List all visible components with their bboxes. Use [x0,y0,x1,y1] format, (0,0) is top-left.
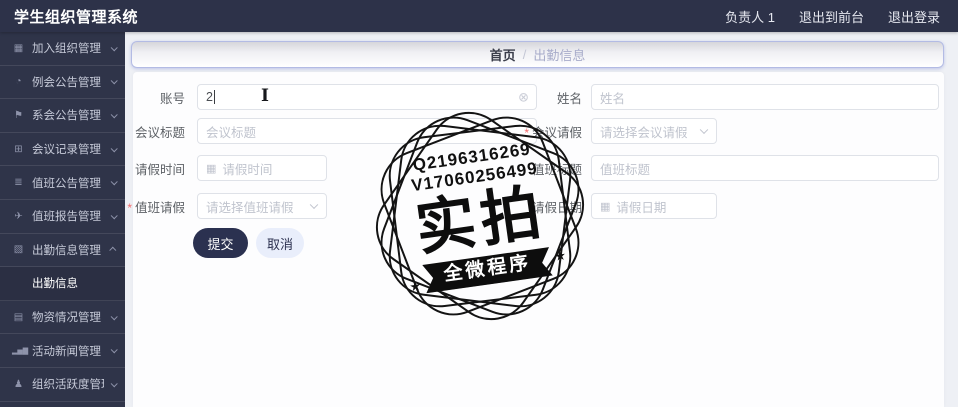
leave-date-field-row: 请假日期 ▦ 请假日期 [520,193,717,219]
chevron-down-icon [110,44,118,52]
chevron-down-icon [110,77,118,85]
chevron-down-icon [110,178,118,186]
duty-leave-field-row: * 值班请假 请选择值班请假 [125,193,327,219]
flag-icon: ⚑ [14,109,23,121]
clock-icon: ◔ [15,76,22,88]
duty-title-label: 值班标题 [531,162,582,177]
leave-time-label: 请假时间 [134,162,185,177]
person-icon: ♟ [14,378,23,390]
sidebar-item-label: 活动新闻管理 [32,345,101,358]
image-icon: ▧ [13,244,24,256]
paper-plane-icon: ✈ [14,210,23,222]
calendar-icon: ▦ [206,162,217,175]
calendar-icon: ▦ [600,200,611,213]
sidebar-subitem-attendance-info[interactable]: 出勤信息 [0,267,125,301]
sidebar-item-org-activity[interactable]: ♟ 组织活跃度管理 [0,368,125,402]
ibeam-cursor: I [261,86,269,106]
leave-date-input[interactable]: ▦ 请假日期 [591,193,717,219]
list-icon: ≣ [14,177,23,189]
required-asterisk: * [127,200,132,215]
chevron-down-icon [309,200,319,210]
chevron-down-icon [110,312,118,320]
account-field-row: 账号 2 ⊗ [125,84,537,110]
squares-icon: ⊞ [14,143,23,155]
breadcrumb-current: 出勤信息 [533,48,586,63]
sidebar-item-label: 出勤信息管理 [32,244,101,257]
breadcrumb-separator: / [522,47,527,62]
sidebar-item-label: 物资情况管理 [32,312,101,325]
sidebar-item-activity-news[interactable]: ▂▅▇ 活动新闻管理 [0,334,125,368]
duty-title-field-row: 值班标题 值班标题 [520,155,939,181]
breadcrumb-home-link[interactable]: 首页 [490,45,516,64]
duty-title-input[interactable]: 值班标题 [591,155,939,181]
sidebar-subitem-label: 出勤信息 [32,278,78,291]
sidebar-item-label: 例会公告管理 [32,76,101,89]
top-navbar: 学生组织管理系统 负责人 1 退出到前台 退出登录 [0,0,958,32]
meeting-title-field-row: 会议标题 会议标题 [125,118,537,144]
duty-leave-select[interactable]: 请选择值班请假 [197,193,327,219]
sidebar-item-supplies[interactable]: ▤ 物资情况管理 [0,301,125,335]
sidebar-item-label: 组织活跃度管理 [32,379,104,392]
duty-leave-label: * 值班请假 [127,200,185,215]
sidebar-item-dept-meeting-notice[interactable]: ⚑ 系会公告管理 [0,99,125,133]
app-title: 学生组织管理系统 [14,8,139,26]
duty-leave-placeholder: 请选择值班请假 [206,200,294,215]
grid-icon: ▦ [13,42,24,54]
name-label: 姓名 [556,91,582,106]
topbar-actions: 负责人 1 退出到前台 退出登录 [725,7,940,26]
sidebar-item-label: 加入组织管理 [32,43,101,56]
sidebar-item-regular-meeting-notice[interactable]: ◔ 例会公告管理 [0,66,125,100]
leave-time-field-row: 请假时间 ▦ 请假时间 [125,155,327,181]
sidebar-item-label: 值班公告管理 [32,177,101,190]
required-asterisk: * [524,125,529,140]
bar-chart-icon: ▂▅▇ [12,347,29,355]
cancel-button[interactable]: 取消 [256,228,304,258]
sidebar-item-join-org[interactable]: ▦ 加入组织管理 [0,32,125,66]
back-to-front-link[interactable]: 退出到前台 [799,7,864,26]
sidebar: ▦ 加入组织管理 ◔ 例会公告管理 ⚑ 系会公告管理 ⊞ 会议记录管理 ≣ 值班… [0,32,125,407]
leave-date-placeholder: 请假日期 [616,200,667,215]
leave-time-placeholder: 请假时间 [222,162,273,177]
name-placeholder: 姓名 [600,91,626,106]
account-value: 2 [206,90,213,104]
main-content: 首页 / 出勤信息 账号 2 ⊗ 姓名 姓名 会议标题 会议标题 * 会议请假 请… [125,32,958,407]
logout-link[interactable]: 退出登录 [888,7,940,26]
meeting-leave-label: * 会议请假 [524,125,582,140]
meeting-title-input[interactable]: 会议标题 [197,118,537,144]
meeting-leave-field-row: * 会议请假 请选择会议请假 [520,118,717,144]
clipboard-icon: ▤ [13,311,24,323]
sidebar-item-duty-report[interactable]: ✈ 值班报告管理 [0,200,125,234]
account-label: 账号 [159,91,185,106]
leave-date-label: 请假日期 [531,200,582,215]
sidebar-item-label: 系会公告管理 [32,110,101,123]
chevron-down-icon [110,212,118,220]
breadcrumb: 首页 / 出勤信息 [131,41,944,68]
chevron-down-icon [110,379,118,388]
sidebar-item-duty-notice[interactable]: ≣ 值班公告管理 [0,166,125,200]
sidebar-item-label: 值班报告管理 [32,211,101,224]
name-input[interactable]: 姓名 [591,84,939,110]
chevron-down-icon [110,346,118,354]
chevron-down-icon [110,144,118,152]
meeting-leave-select[interactable]: 请选择会议请假 [591,118,717,144]
meeting-title-label: 会议标题 [134,125,185,140]
sidebar-item-label: 会议记录管理 [32,144,101,157]
account-input[interactable]: 2 ⊗ [197,84,537,110]
chevron-up-icon [109,247,117,255]
sidebar-item-meeting-records[interactable]: ⊞ 会议记录管理 [0,133,125,167]
sidebar-item-attendance-info[interactable]: ▧ 出勤信息管理 [0,234,125,268]
leave-time-input[interactable]: ▦ 请假时间 [197,155,327,181]
meeting-title-placeholder: 会议标题 [206,125,257,140]
chevron-down-icon [699,125,709,135]
name-field-row: 姓名 姓名 [520,84,939,110]
current-user[interactable]: 负责人 1 [725,7,775,26]
chevron-down-icon [110,111,118,119]
submit-button[interactable]: 提交 [193,228,248,258]
duty-title-placeholder: 值班标题 [600,162,651,177]
meeting-leave-placeholder: 请选择会议请假 [600,125,688,140]
text-caret [213,90,215,104]
